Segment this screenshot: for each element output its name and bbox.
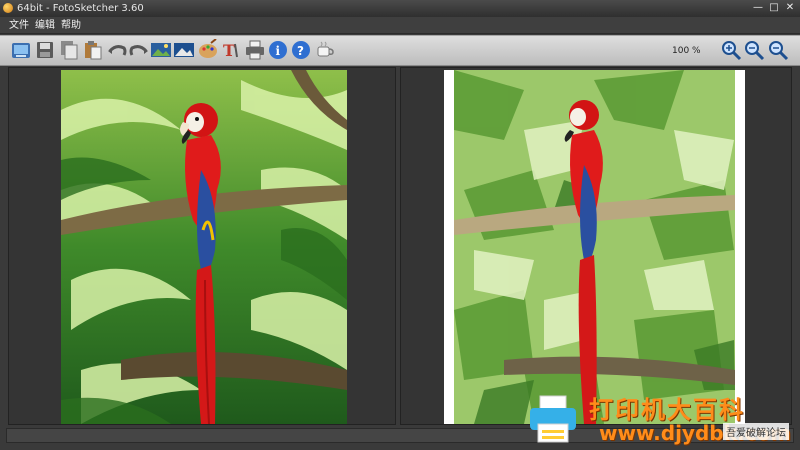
svg-text:i: i [276, 44, 281, 58]
open-icon[interactable] [10, 39, 32, 61]
original-image-pane[interactable] [8, 67, 396, 425]
window-title: 64bit - FotoSketcher 3.60 [17, 3, 144, 14]
text-icon[interactable]: T [220, 39, 242, 61]
watermark-badge: 吾爱破解论坛 [723, 423, 789, 440]
coffee-icon[interactable] [314, 39, 336, 61]
redo-icon[interactable] [128, 39, 150, 61]
undo-icon[interactable] [106, 39, 128, 61]
printer-logo-icon [530, 395, 576, 443]
copy-icon[interactable] [58, 39, 80, 61]
paste-icon[interactable] [82, 39, 104, 61]
menu-help[interactable]: 帮助 [61, 17, 81, 34]
menu-bar: 文件 编辑 帮助 [0, 17, 800, 34]
info-icon[interactable]: i [267, 39, 289, 61]
original-image-icon[interactable] [150, 39, 172, 61]
menu-file[interactable]: 文件 [9, 17, 29, 34]
zoom-in-icon[interactable] [720, 39, 742, 61]
minimize-button[interactable]: — [751, 2, 765, 14]
app-window: 64bit - FotoSketcher 3.60 — □ ✕ 文件 编辑 帮助 [0, 0, 800, 450]
toolbar: T i ? 100 % [0, 35, 800, 66]
zoom-level: 100 % [672, 46, 701, 56]
sketch-photo [444, 70, 745, 424]
palette-icon[interactable] [197, 38, 219, 61]
watermark: 打印机大百科 www.djydbk.com 吾爱破解论坛 [520, 390, 800, 450]
close-button[interactable]: ✕ [783, 2, 797, 14]
sketch-image-icon[interactable] [173, 39, 195, 61]
zoom-out-icon[interactable] [767, 39, 789, 61]
svg-text:?: ? [297, 44, 304, 58]
save-icon[interactable] [34, 39, 56, 61]
svg-text:T: T [223, 41, 235, 60]
zoom-reset-icon[interactable] [743, 39, 765, 61]
original-photo [61, 70, 347, 424]
sketch-image-pane[interactable] [400, 67, 792, 425]
help-icon[interactable]: ? [290, 39, 312, 61]
title-bar: 64bit - FotoSketcher 3.60 — □ ✕ [0, 0, 800, 17]
print-icon[interactable] [244, 39, 266, 61]
menu-edit[interactable]: 编辑 [35, 17, 55, 34]
watermark-brand: 打印机大百科 [589, 396, 745, 424]
app-logo-icon [3, 3, 13, 13]
maximize-button[interactable]: □ [767, 2, 781, 14]
